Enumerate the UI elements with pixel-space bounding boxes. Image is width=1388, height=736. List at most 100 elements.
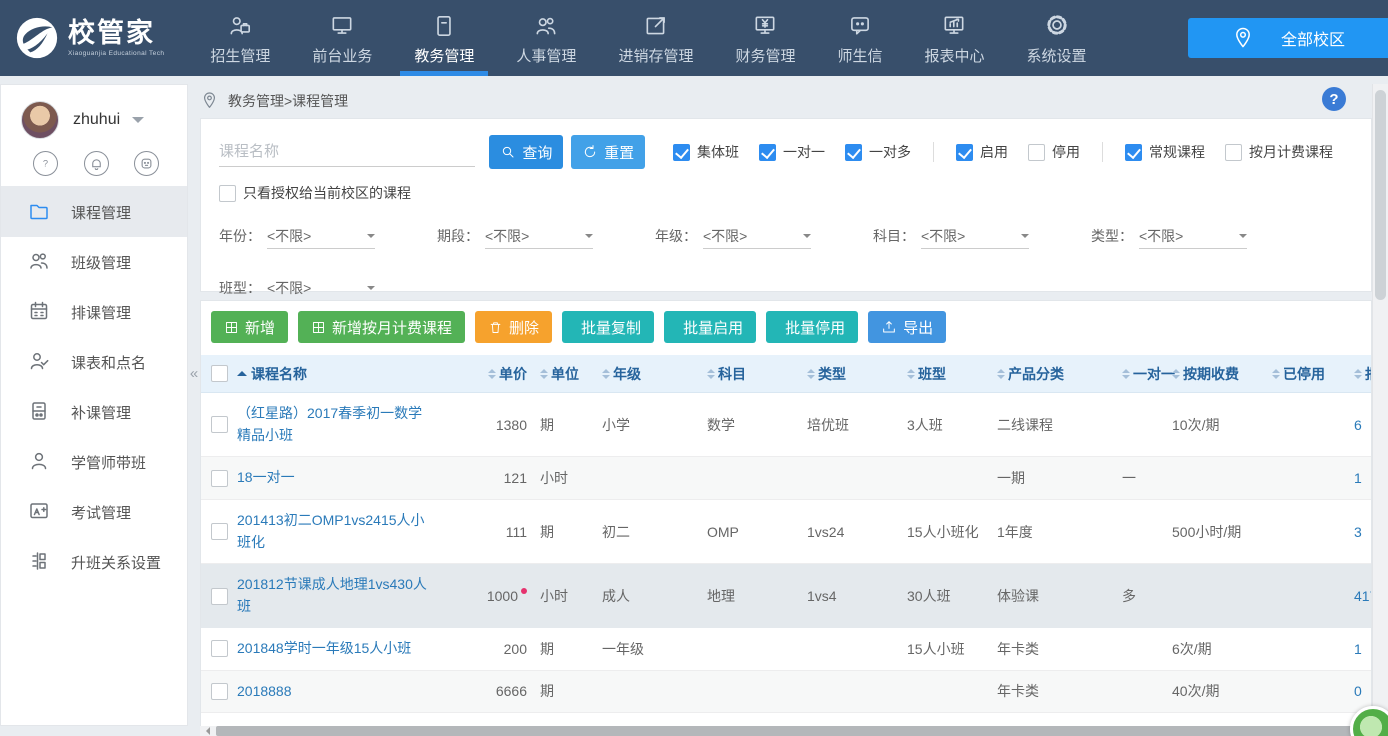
nav-item[interactable]: 报表中心 [918,0,990,76]
clipped-count-link[interactable]: 6 [1354,417,1362,433]
course-name-input[interactable] [219,137,475,167]
checkbox-icon[interactable] [845,144,862,161]
all-campus-button[interactable]: 全部校区 [1188,18,1388,58]
column-header-price[interactable]: 单价 [482,364,527,384]
column-header-fee[interactable]: 按期收费 [1172,364,1272,384]
only-campus-checkbox[interactable]: 只看授权给当前校区的课程 [219,183,411,203]
page-help-button[interactable]: ? [1322,87,1346,111]
reset-button[interactable]: 重置 [571,135,645,169]
filter-checkbox[interactable]: 启用 [933,142,1008,162]
dropdown-select[interactable]: <不限> [703,223,811,249]
column-header-stopped[interactable]: 已停用 [1272,364,1350,384]
course-name-link[interactable]: 201848学时一年级15人小班 [237,638,411,660]
sort-icon[interactable] [1272,365,1280,383]
sidebar-menu-item[interactable]: 课程管理 [1,187,187,237]
row-checkbox[interactable] [211,640,228,657]
checkbox-icon[interactable] [1225,144,1242,161]
sort-icon[interactable] [540,365,548,383]
qq-chat-icon[interactable] [134,151,159,176]
sidebar-menu-item[interactable]: 班级管理 [1,237,187,287]
row-checkbox[interactable] [211,523,228,540]
filter-checkbox[interactable]: 一对多 [845,142,911,162]
course-name-link[interactable]: 18一对一 [237,467,295,489]
column-header-classtype[interactable]: 班型 [907,364,992,384]
sort-icon[interactable] [488,365,496,383]
vertical-scrollbar[interactable] [1372,84,1388,736]
toolbar-button[interactable]: 批量启用 [664,311,756,343]
course-name-link[interactable]: 2018888 [237,681,292,703]
row-checkbox[interactable] [211,588,228,605]
dropdown-select[interactable]: <不限> [1139,223,1247,249]
nav-item[interactable]: 财务管理 [729,0,801,76]
nav-item[interactable]: 师生信 [831,0,888,76]
course-name-link[interactable]: 201812节课成人地理1vs430人班 [237,574,433,617]
column-header-type[interactable]: 类型 [787,364,907,384]
toolbar-button[interactable]: 导出 [868,311,946,343]
clipped-count-link[interactable]: 3 [1354,524,1362,540]
sidebar-menu-item[interactable]: 排课管理 [1,287,187,337]
column-header-name[interactable]: 课程名称 [237,364,482,384]
user-name[interactable]: zhuhui [73,111,120,129]
filter-checkbox[interactable]: 按月计费课程 [1225,142,1333,162]
sort-icon[interactable] [1172,365,1180,383]
course-name-link[interactable]: （红星路）2017春季初一数学精品小班 [237,403,433,446]
toolbar-button[interactable]: 批量停用 [766,311,858,343]
nav-item[interactable]: 人事管理 [510,0,582,76]
horizontal-scrollbar[interactable] [200,726,1372,736]
filter-checkbox[interactable]: 常规课程 [1102,142,1205,162]
column-header-grade[interactable]: 年级 [585,364,687,384]
dropdown-select[interactable]: <不限> [267,223,375,249]
sort-icon[interactable] [907,365,915,383]
sort-icon[interactable] [1354,365,1362,383]
column-header-onetoone[interactable]: 一对一 [1122,364,1172,384]
select-all-checkbox[interactable] [211,365,228,382]
clipped-count-link[interactable]: 1 [1354,470,1362,486]
scroll-left-arrow-icon[interactable] [202,727,210,735]
column-header-product[interactable]: 产品分类 [992,364,1122,384]
sort-icon[interactable] [707,365,715,383]
toolbar-button[interactable]: 新增 [211,311,288,343]
nav-item[interactable]: 进销存管理 [612,0,699,76]
toolbar-button[interactable]: 删除 [475,311,552,343]
nav-item[interactable]: 教务管理 [408,0,480,76]
nav-item[interactable]: 前台业务 [306,0,378,76]
column-header-clipped[interactable]: 报 [1350,364,1372,384]
dropdown-select[interactable]: <不限> [267,275,375,301]
sidebar-menu-item[interactable]: 考试管理 [1,487,187,537]
bell-icon[interactable] [84,151,109,176]
vertical-scrollbar-thumb[interactable] [1375,90,1386,300]
checkbox-icon[interactable] [219,185,236,202]
course-name-link[interactable]: 201413初二OMP1vs2415人小班化 [237,510,433,553]
sort-icon[interactable] [997,365,1005,383]
dropdown-select[interactable]: <不限> [921,223,1029,249]
column-header-unit[interactable]: 单位 [527,364,585,384]
clipped-count-link[interactable]: 0 [1354,683,1362,699]
filter-checkbox[interactable]: 停用 [1028,142,1080,162]
sidebar-collapse-handle[interactable]: « [187,358,201,388]
sort-icon[interactable] [1122,365,1130,383]
column-header-subject[interactable]: 科目 [687,364,787,384]
search-button[interactable]: 查询 [489,135,563,169]
clipped-count-link[interactable]: 1 [1354,641,1362,657]
filter-checkbox[interactable]: 一对一 [759,142,825,162]
dropdown-select[interactable]: <不限> [485,223,593,249]
checkbox-icon[interactable] [1028,144,1045,161]
horizontal-scrollbar-thumb[interactable] [216,726,1356,736]
checkbox-icon[interactable] [1125,144,1142,161]
row-checkbox[interactable] [211,416,228,433]
clipped-count-link[interactable]: 417 [1354,588,1372,604]
sidebar-menu-item[interactable]: 课表和点名 [1,337,187,387]
row-checkbox[interactable] [211,683,228,700]
toolbar-button[interactable]: 批量复制 [562,311,654,343]
chevron-down-icon[interactable] [132,117,144,129]
checkbox-icon[interactable] [956,144,973,161]
toolbar-button[interactable]: 新增按月计费课程 [298,311,465,343]
avatar[interactable] [21,101,59,139]
checkbox-icon[interactable] [759,144,776,161]
sidebar-menu-item[interactable]: 升班关系设置 [1,537,187,587]
sort-icon[interactable] [807,365,815,383]
filter-checkbox[interactable]: 集体班 [673,142,739,162]
checkbox-icon[interactable] [673,144,690,161]
sidebar-menu-item[interactable]: 学管师带班 [1,437,187,487]
sidebar-menu-item[interactable]: 补课管理 [1,387,187,437]
